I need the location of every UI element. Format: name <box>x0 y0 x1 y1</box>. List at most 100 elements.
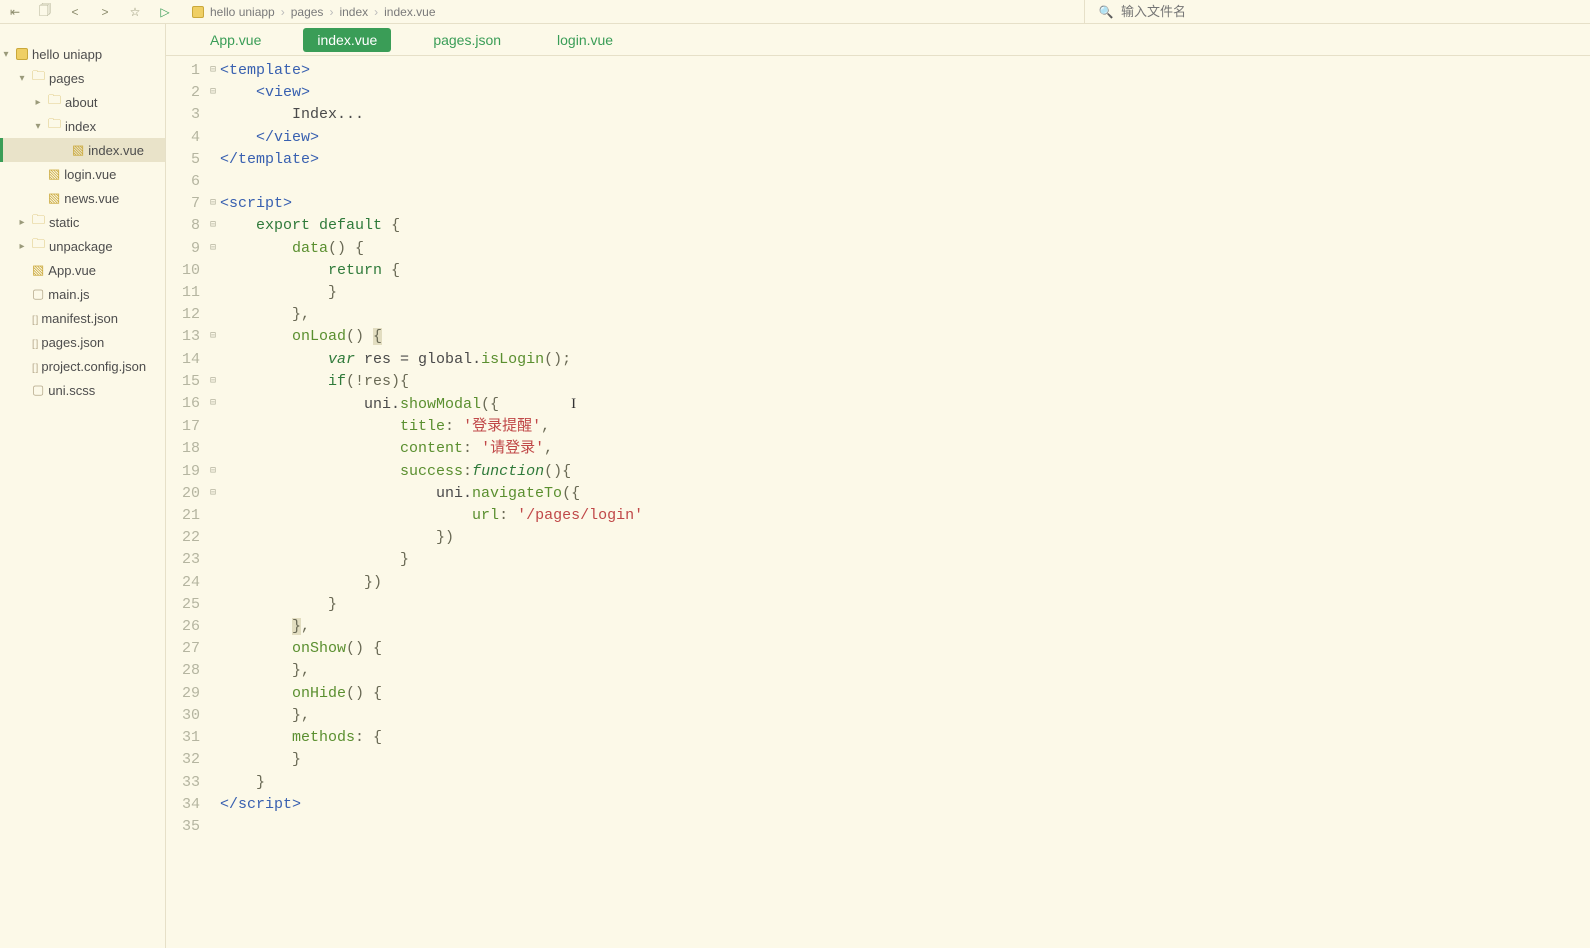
code-content[interactable]: var res = global.isLogin(); <box>220 349 571 371</box>
code-content[interactable]: }, <box>220 705 310 727</box>
code-line[interactable]: 8⊟ export default { <box>166 215 1590 237</box>
tree-row[interactable]: manifest.json <box>0 306 165 330</box>
code-content[interactable]: Index... <box>220 104 364 126</box>
code-editor[interactable]: 1⊟<template>2⊟ <view>3 Index...4 </view>… <box>166 56 1590 948</box>
fold-toggle[interactable]: ⊟ <box>206 215 220 237</box>
chevron-icon[interactable]: ▾ <box>32 121 44 132</box>
fold-toggle[interactable]: ⊟ <box>206 82 220 104</box>
chevron-icon[interactable]: ▸ <box>16 241 28 252</box>
code-line[interactable]: 23 } <box>166 549 1590 571</box>
code-content[interactable]: methods: { <box>220 727 382 749</box>
nav-forward-icon[interactable]: > <box>96 5 114 19</box>
tree-row[interactable]: ▸🗀 static <box>0 210 165 234</box>
code-line[interactable]: 4 </view> <box>166 127 1590 149</box>
code-content[interactable]: uni.showModal({ I <box>220 393 576 416</box>
breadcrumb-item[interactable]: index <box>339 5 368 19</box>
code-line[interactable]: 19⊟ success:function(){ <box>166 461 1590 483</box>
fold-toggle[interactable]: ⊟ <box>206 238 220 260</box>
fold-toggle[interactable]: ⊟ <box>206 483 220 505</box>
nav-back-icon[interactable]: < <box>66 5 84 19</box>
code-line[interactable]: 26 }, <box>166 616 1590 638</box>
code-line[interactable]: 7⊟<script> <box>166 193 1590 215</box>
tree-row[interactable]: ▧ login.vue <box>0 162 165 186</box>
breadcrumb-item[interactable]: pages <box>291 5 324 19</box>
code-line[interactable]: 12 }, <box>166 304 1590 326</box>
code-line[interactable]: 6 <box>166 171 1590 193</box>
star-icon[interactable]: ☆ <box>126 5 144 19</box>
code-line[interactable]: 22 }) <box>166 527 1590 549</box>
tree-row[interactable]: project.config.json <box>0 354 165 378</box>
fold-toggle[interactable]: ⊟ <box>206 60 220 82</box>
code-content[interactable]: <template> <box>220 60 310 82</box>
code-line[interactable]: 3 Index... <box>166 104 1590 126</box>
code-content[interactable]: url: '/pages/login' <box>220 505 643 527</box>
chevron-icon[interactable]: ▸ <box>16 217 28 228</box>
panel-toggle-icon[interactable]: ⇤ <box>6 5 24 19</box>
save-icon[interactable]: 🗍 <box>36 1 54 22</box>
code-content[interactable]: </script> <box>220 794 301 816</box>
code-content[interactable]: </view> <box>220 127 319 149</box>
tree-row[interactable]: ▸🗀 unpackage <box>0 234 165 258</box>
tree-row[interactable]: ▧ App.vue <box>0 258 165 282</box>
code-content[interactable]: }, <box>220 660 310 682</box>
code-content[interactable]: } <box>220 594 337 616</box>
tree-row[interactable]: pages.json <box>0 330 165 354</box>
code-content[interactable]: data() { <box>220 238 364 260</box>
code-content[interactable]: onLoad() { <box>220 326 382 348</box>
code-line[interactable]: 20⊟ uni.navigateTo({ <box>166 483 1590 505</box>
chevron-icon[interactable]: ▾ <box>0 49 12 60</box>
code-content[interactable]: }) <box>220 572 382 594</box>
code-content[interactable]: } <box>220 749 301 771</box>
breadcrumb-item[interactable]: index.vue <box>384 5 435 19</box>
code-content[interactable]: } <box>220 282 337 304</box>
code-content[interactable]: }) <box>220 527 454 549</box>
file-explorer[interactable]: ▾ hello uniapp▾🗀 pages▸🗀 about▾🗀 index▧ … <box>0 24 166 948</box>
code-content[interactable]: } <box>220 549 409 571</box>
code-content[interactable]: onHide() { <box>220 683 382 705</box>
chevron-icon[interactable]: ▸ <box>32 97 44 108</box>
code-line[interactable]: 18 content: '请登录', <box>166 438 1590 460</box>
code-content[interactable]: }, <box>220 616 310 638</box>
fold-toggle[interactable]: ⊟ <box>206 393 220 416</box>
code-content[interactable]: <script> <box>220 193 292 215</box>
tree-row[interactable]: ▧ news.vue <box>0 186 165 210</box>
code-content[interactable]: export default { <box>220 215 400 237</box>
code-line[interactable]: 2⊟ <view> <box>166 82 1590 104</box>
code-line[interactable]: 30 }, <box>166 705 1590 727</box>
breadcrumb-item[interactable]: hello uniapp <box>210 5 275 19</box>
code-content[interactable]: success:function(){ <box>220 461 571 483</box>
fold-toggle[interactable]: ⊟ <box>206 193 220 215</box>
tree-row[interactable]: ▾🗀 index <box>0 114 165 138</box>
fold-toggle[interactable]: ⊟ <box>206 461 220 483</box>
code-content[interactable]: title: '登录提醒', <box>220 416 550 438</box>
editor-tab[interactable]: App.vue <box>196 28 275 52</box>
tree-row[interactable]: ▾ hello uniapp <box>0 42 165 66</box>
code-line[interactable]: 25 } <box>166 594 1590 616</box>
fold-toggle[interactable]: ⊟ <box>206 326 220 348</box>
code-line[interactable]: 17 title: '登录提醒', <box>166 416 1590 438</box>
search-icon[interactable]: 🔍 <box>1097 5 1115 19</box>
code-line[interactable]: 16⊟ uni.showModal({ I <box>166 393 1590 416</box>
code-content[interactable]: </template> <box>220 149 319 171</box>
code-content[interactable]: } <box>220 772 265 794</box>
code-line[interactable]: 14 var res = global.isLogin(); <box>166 349 1590 371</box>
chevron-icon[interactable]: ▾ <box>16 73 28 84</box>
code-line[interactable]: 34</script> <box>166 794 1590 816</box>
code-content[interactable]: uni.navigateTo({ <box>220 483 580 505</box>
code-content[interactable]: }, <box>220 304 310 326</box>
code-line[interactable]: 21 url: '/pages/login' <box>166 505 1590 527</box>
code-content[interactable]: <view> <box>220 82 310 104</box>
code-line[interactable]: 32 } <box>166 749 1590 771</box>
code-line[interactable]: 1⊟<template> <box>166 60 1590 82</box>
search-input[interactable] <box>1121 4 1521 19</box>
code-content[interactable]: return { <box>220 260 400 282</box>
code-line[interactable]: 31 methods: { <box>166 727 1590 749</box>
code-line[interactable]: 10 return { <box>166 260 1590 282</box>
code-line[interactable]: 29 onHide() { <box>166 683 1590 705</box>
code-line[interactable]: 35 <box>166 816 1590 838</box>
tree-row[interactable]: ▢ uni.scss <box>0 378 165 402</box>
run-icon[interactable]: ▷ <box>156 5 174 19</box>
code-content[interactable]: content: '请登录', <box>220 438 553 460</box>
code-line[interactable]: 24 }) <box>166 572 1590 594</box>
tree-row[interactable]: ▸🗀 about <box>0 90 165 114</box>
